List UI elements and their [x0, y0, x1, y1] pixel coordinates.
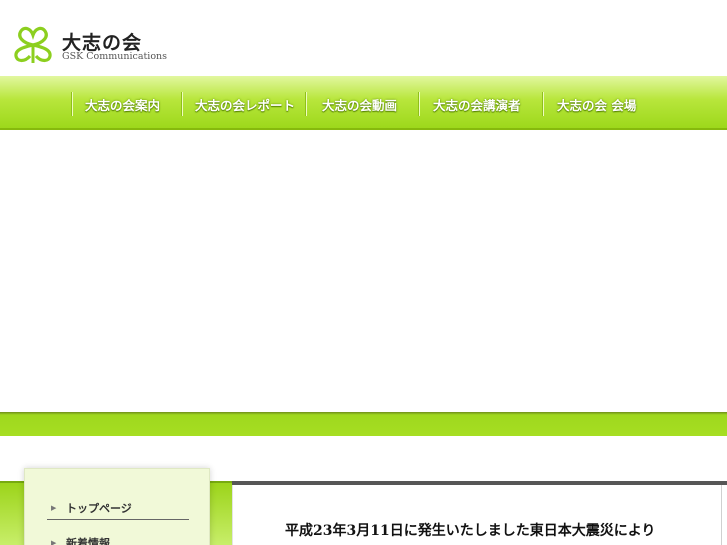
triangle-right-icon: ▶	[51, 504, 57, 512]
divider	[47, 519, 189, 520]
nav-separator	[418, 92, 419, 116]
side-item-top[interactable]: トップページ	[66, 500, 132, 516]
triangle-right-icon: ▶	[51, 539, 57, 545]
nav-separator	[71, 92, 72, 116]
nav-item-report[interactable]: 大志の会レポート	[195, 95, 295, 113]
side-item-news[interactable]: 新着情報	[66, 535, 110, 545]
nav-separator	[542, 92, 543, 116]
nav-item-speakers[interactable]: 大志の会講演者	[433, 95, 521, 113]
nav-item-video[interactable]: 大志の会動画	[322, 95, 397, 113]
lead-text: 平成23年3月11日に発生いたしました東日本大震災により	[285, 523, 656, 539]
clover-icon[interactable]	[11, 25, 55, 65]
main-nav: 大志の会案内 大志の会レポート 大志の会動画 大志の会講演者 大志の会 会場	[0, 76, 727, 130]
nav-item-venue[interactable]: 大志の会 会場	[557, 95, 636, 113]
nav-item-about[interactable]: 大志の会案内	[85, 95, 160, 113]
site-header: 大志の会 GSK Communications	[0, 0, 727, 76]
site-subtitle: GSK Communications	[62, 51, 168, 62]
nav-separator	[181, 92, 182, 116]
green-band	[0, 412, 727, 436]
main-content: 平成23年3月11日に発生いたしました東日本大震災により	[232, 485, 722, 545]
nav-separator	[305, 92, 306, 116]
hero-area	[0, 132, 727, 412]
side-menu: ▶ トップページ ▶ 新着情報	[24, 468, 210, 545]
